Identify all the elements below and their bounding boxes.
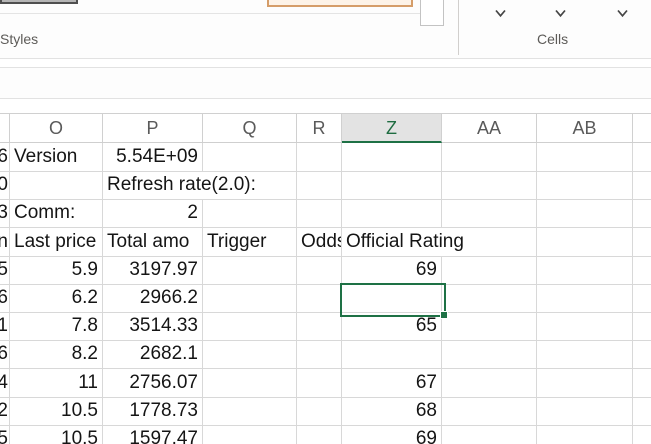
cell[interactable]: 4	[0, 369, 10, 398]
cell[interactable]	[442, 397, 537, 426]
cell[interactable]: Odds	[297, 228, 342, 257]
cell[interactable]	[633, 256, 651, 285]
cell[interactable]	[297, 369, 342, 398]
cell[interactable]	[537, 340, 633, 369]
cell[interactable]: n	[0, 228, 10, 257]
cell[interactable]: 67	[342, 369, 442, 398]
cell[interactable]: 3514.33	[103, 312, 203, 341]
cell[interactable]	[537, 284, 633, 313]
cell[interactable]	[537, 425, 633, 444]
cell[interactable]: 11	[10, 369, 103, 398]
cell[interactable]	[442, 284, 537, 313]
cell[interactable]	[297, 143, 342, 172]
selection-box	[340, 283, 446, 317]
cell[interactable]	[297, 171, 342, 200]
cell[interactable]: 2966.2	[103, 284, 203, 313]
cell[interactable]: 1597.47	[103, 425, 203, 444]
cell[interactable]: Official Rating	[342, 228, 537, 257]
cell[interactable]	[442, 143, 537, 172]
cell[interactable]	[297, 256, 342, 285]
cell[interactable]	[537, 228, 633, 257]
cell[interactable]	[633, 284, 651, 313]
cell[interactable]	[633, 312, 651, 341]
cell[interactable]: 6	[0, 340, 10, 369]
spreadsheet-grid: 6Version5.54E+090Refresh rate(2.0):3Comm…	[0, 0, 651, 444]
cell[interactable]	[203, 199, 297, 228]
cell[interactable]	[203, 312, 297, 341]
cell[interactable]: 2	[0, 397, 10, 426]
cell[interactable]: 7.8	[10, 312, 103, 341]
cell[interactable]: 69	[342, 425, 442, 444]
cell[interactable]	[297, 340, 342, 369]
cell[interactable]: 68	[342, 397, 442, 426]
cell[interactable]	[297, 425, 342, 444]
excel-window: Styles Cells OPQRZAAAB 6Version5.54E+090…	[0, 0, 651, 444]
cell[interactable]	[203, 425, 297, 444]
cell[interactable]	[633, 228, 651, 257]
cell[interactable]	[537, 256, 633, 285]
cell[interactable]	[442, 256, 537, 285]
cell[interactable]: 2	[103, 199, 203, 228]
cell[interactable]: 10.5	[10, 425, 103, 444]
cell[interactable]	[10, 171, 103, 200]
cell[interactable]	[537, 143, 633, 172]
cell[interactable]: Total amo	[103, 228, 203, 257]
cell[interactable]	[203, 340, 297, 369]
cell[interactable]	[203, 369, 297, 398]
cell[interactable]: 0	[0, 171, 10, 200]
cell[interactable]: Version	[10, 143, 103, 172]
cell[interactable]	[342, 340, 442, 369]
cell[interactable]	[442, 369, 537, 398]
cell[interactable]: 5.54E+09	[103, 143, 203, 172]
cell[interactable]	[633, 369, 651, 398]
cell[interactable]: 3	[0, 199, 10, 228]
cell[interactable]: 10.5	[10, 397, 103, 426]
cell[interactable]	[297, 397, 342, 426]
cell[interactable]	[633, 171, 651, 200]
cell[interactable]: 2682.1	[103, 340, 203, 369]
cell[interactable]: 6.2	[10, 284, 103, 313]
fill-handle[interactable]	[440, 311, 448, 319]
cell[interactable]: Refresh rate(2.0):	[103, 171, 297, 200]
cell[interactable]	[633, 425, 651, 444]
cell[interactable]: 1	[0, 312, 10, 341]
cell[interactable]	[442, 199, 537, 228]
cell[interactable]	[442, 425, 537, 444]
cell[interactable]	[537, 199, 633, 228]
cell[interactable]: Trigger	[203, 228, 297, 257]
cell[interactable]	[342, 199, 442, 228]
cell[interactable]: 5	[0, 256, 10, 285]
cell[interactable]: 8.2	[10, 340, 103, 369]
cell[interactable]: 6	[0, 143, 10, 172]
cell[interactable]: 69	[342, 256, 442, 285]
cell[interactable]: Comm:	[10, 199, 103, 228]
cell[interactable]	[633, 397, 651, 426]
cell[interactable]	[203, 397, 297, 426]
cell[interactable]: 2756.07	[103, 369, 203, 398]
cell[interactable]	[633, 199, 651, 228]
cell[interactable]	[342, 143, 442, 172]
cell[interactable]	[297, 199, 342, 228]
cell[interactable]: Last price	[10, 228, 103, 257]
cell[interactable]: 5	[0, 425, 10, 444]
cell[interactable]	[537, 369, 633, 398]
cell[interactable]	[442, 312, 537, 341]
cell[interactable]	[297, 312, 342, 341]
cell[interactable]	[203, 256, 297, 285]
cell[interactable]	[203, 284, 297, 313]
cell[interactable]	[203, 143, 297, 172]
cell[interactable]	[537, 171, 633, 200]
cell[interactable]	[537, 312, 633, 341]
cell[interactable]: 1778.73	[103, 397, 203, 426]
cell[interactable]	[633, 143, 651, 172]
cell[interactable]	[633, 340, 651, 369]
cell[interactable]: 5.9	[10, 256, 103, 285]
cell[interactable]	[537, 397, 633, 426]
cell[interactable]	[442, 340, 537, 369]
cell[interactable]	[342, 171, 442, 200]
cell[interactable]: 3197.97	[103, 256, 203, 285]
cell[interactable]: 6	[0, 284, 10, 313]
cell[interactable]	[297, 284, 342, 313]
cell[interactable]	[442, 171, 537, 200]
